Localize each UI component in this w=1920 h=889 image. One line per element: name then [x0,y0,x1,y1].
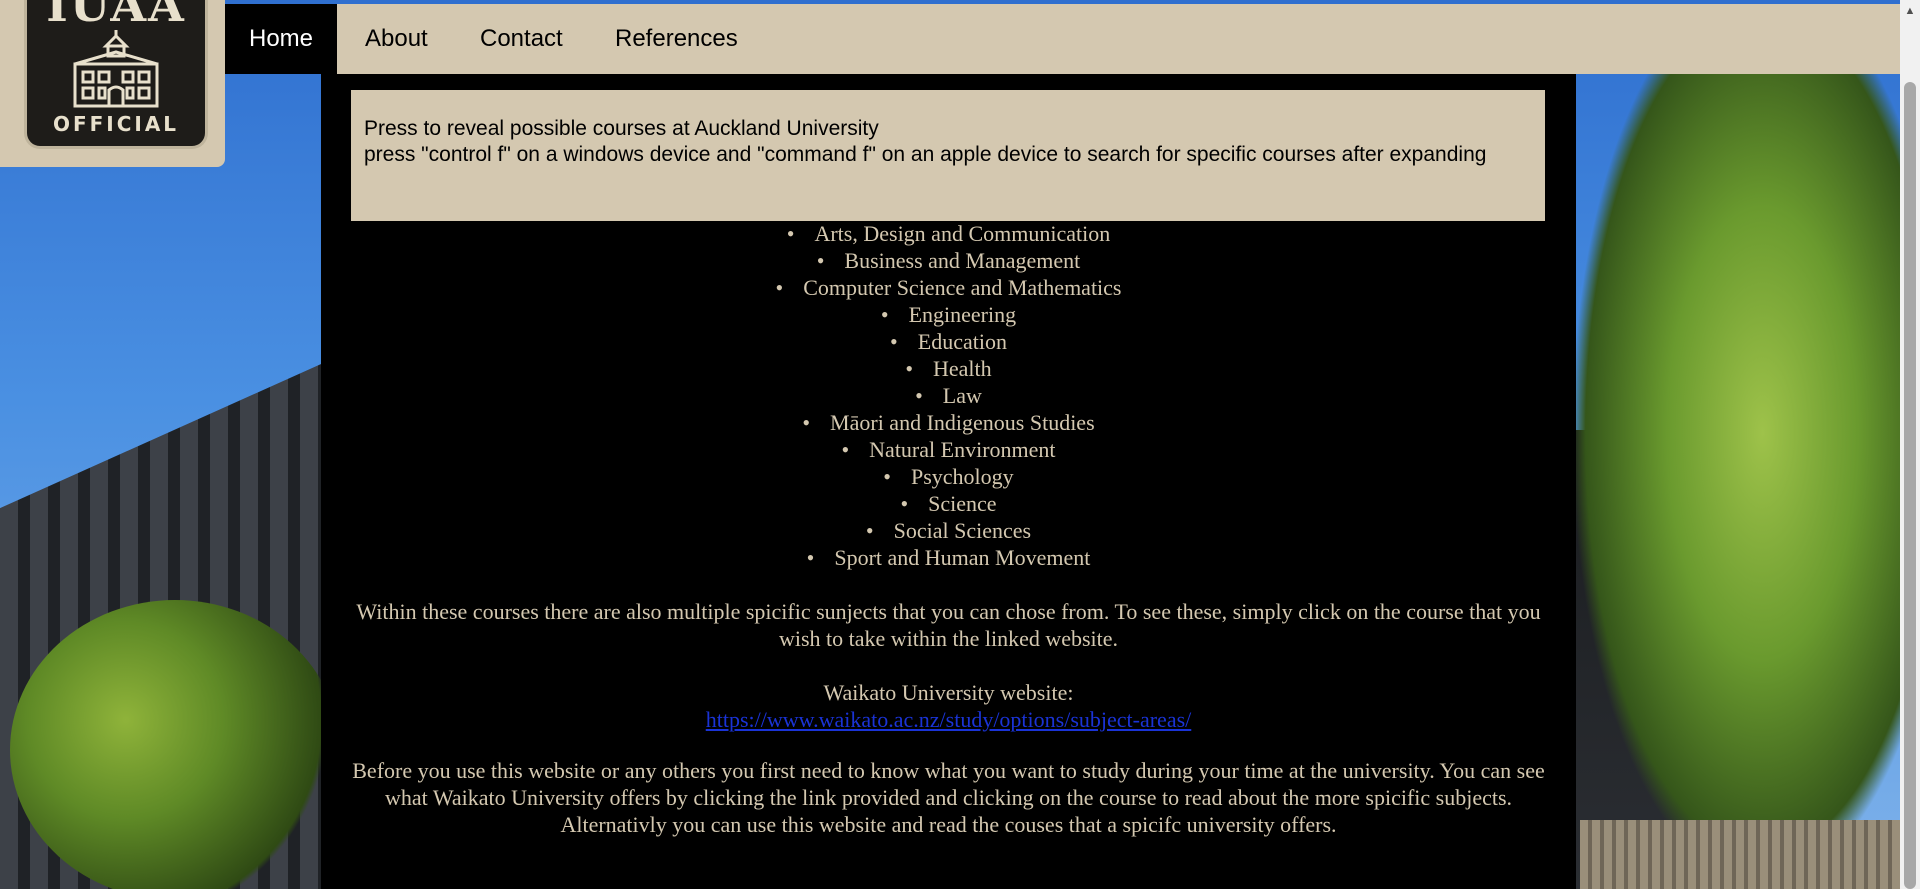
background-tree-left [10,600,340,889]
list-item: Business and Management [321,247,1576,274]
page: Home About Contact References IUAA OFFIC… [0,0,1920,889]
logo-subtitle: OFFICIAL [52,112,180,136]
background-fence [1580,820,1920,889]
list-item: Māori and Indigenous Studies [321,409,1576,436]
expand-courses-label: Press to reveal possible courses at Auck… [364,117,879,140]
background-tree-right [1570,60,1920,889]
list-item: Social Sciences [321,517,1576,544]
vertical-scrollbar[interactable]: ▲ [1900,0,1920,889]
list-item: Arts, Design and Communication [321,220,1576,247]
waikato-subject-areas-link[interactable]: https://www.waikato.ac.nz/study/options/… [706,707,1192,732]
list-item: Sport and Human Movement [321,544,1576,571]
nav-item-home[interactable]: Home [225,4,338,74]
nav-bar: Home About Contact References [0,4,1900,74]
list-item: Engineering [321,301,1576,328]
course-list: Arts, Design and Communication Business … [321,220,1576,571]
logo-container[interactable]: IUAA OFFICIAL [0,0,225,167]
nav-item-contact[interactable]: Contact [456,4,587,74]
courses-note: Within these courses there are also mult… [356,599,1541,651]
list-item: Health [321,355,1576,382]
website-link-row: https://www.waikato.ac.nz/study/options/… [351,706,1546,733]
list-item: Natural Environment [321,436,1576,463]
logo-badge: IUAA OFFICIAL [24,0,208,149]
nav-item-about[interactable]: About [341,4,452,74]
list-item: Psychology [321,463,1576,490]
university-building-icon [73,30,159,108]
list-item: Computer Science and Mathematics [321,274,1576,301]
nav-item-references[interactable]: References [591,4,762,74]
advice-paragraph: Before you use this website or any other… [352,758,1545,837]
scroll-up-arrow-icon[interactable]: ▲ [1900,2,1920,20]
search-hint-text: press "control f" on a windows device an… [364,143,1487,166]
expand-courses-button[interactable]: Press to reveal possible courses at Auck… [351,90,1545,221]
scrollbar-thumb[interactable] [1904,82,1916,889]
main-panel: Press to reveal possible courses at Auck… [321,74,1576,889]
list-item: Science [321,490,1576,517]
list-item: Education [321,328,1576,355]
website-label: Waikato University website: [823,680,1074,705]
list-item: Law [321,382,1576,409]
